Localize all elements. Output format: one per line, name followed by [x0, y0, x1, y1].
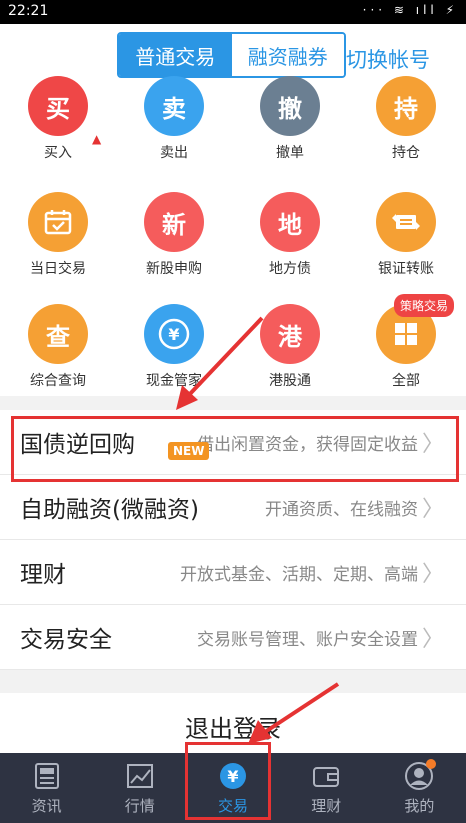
calendar-icon	[28, 192, 88, 252]
bank-transfer-button[interactable]: 银证转账	[348, 192, 464, 278]
news-icon	[32, 761, 62, 791]
menu-list: 国债逆回购 借出闲置资金，获得固定收益 〉 NEW 自助融资(微融资) 开通资质…	[0, 410, 466, 670]
hk-connect-icon: 港	[260, 304, 320, 364]
cash-manager-button[interactable]: ¥ 现金管家	[116, 304, 232, 390]
hk-connect-button[interactable]: 港 港股通	[232, 304, 348, 390]
wallet-icon	[311, 761, 341, 791]
yen-coin-icon: ¥	[144, 304, 204, 364]
tab-market[interactable]: 行情	[93, 753, 186, 823]
status-bar: 22:21 ··· ≋ ıll ⚡	[0, 0, 466, 24]
transfer-icon	[376, 192, 436, 252]
tab-trade[interactable]: ¥ 交易	[186, 753, 279, 823]
bottom-tab-bar: 资讯 行情 ¥ 交易 理财 我的	[0, 753, 466, 823]
logout-button[interactable]: 退出登录	[0, 693, 466, 753]
tab-news[interactable]: 资讯	[0, 753, 93, 823]
buy-icon: 买	[28, 76, 88, 136]
holdings-icon: 持	[376, 76, 436, 136]
strategy-trade-badge: 策略交易	[394, 294, 455, 317]
chevron-right-icon: 〉	[421, 497, 444, 522]
chevron-right-icon: 〉	[421, 627, 444, 652]
sell-button[interactable]: 卖 卖出	[116, 76, 232, 162]
tab-profile[interactable]: 我的	[373, 753, 466, 823]
tab-margin-trade[interactable]: 融资融券	[231, 34, 344, 76]
tab-normal-trade[interactable]: 普通交易	[119, 34, 232, 76]
list-item-micro-financing[interactable]: 自助融资(微融资) 开通资质、在线融资 〉	[0, 475, 466, 540]
status-time: 22:21	[8, 3, 49, 19]
list-item-trade-security[interactable]: 交易安全 交易账号管理、账户安全设置 〉	[0, 605, 466, 670]
svg-text:¥: ¥	[227, 767, 238, 786]
svg-text:¥: ¥	[168, 325, 179, 344]
function-grid: 买 买入 卖 卖出 撤 撤单 持 持仓 ▲ 当日交易 新 新股申购 地 地方债 …	[0, 76, 466, 396]
today-trades-button[interactable]: 当日交易	[0, 192, 116, 278]
trade-type-segment: 普通交易 融资融券	[117, 32, 346, 78]
buy-button[interactable]: 买 买入	[0, 76, 116, 162]
query-button[interactable]: 查 综合查询	[0, 304, 116, 390]
cancel-order-button[interactable]: 撤 撤单	[232, 76, 348, 162]
local-bond-button[interactable]: 地 地方债	[232, 192, 348, 278]
new-badge: NEW	[168, 442, 210, 460]
cancel-order-icon: 撤	[260, 76, 320, 136]
ipo-subscribe-button[interactable]: 新 新股申购	[116, 192, 232, 278]
query-icon: 查	[28, 304, 88, 364]
holdings-button[interactable]: 持 持仓	[348, 76, 464, 162]
tab-wealth[interactable]: 理财	[280, 753, 373, 823]
chevron-right-icon: 〉	[421, 432, 444, 457]
sell-icon: 卖	[144, 76, 204, 136]
list-item-wealth[interactable]: 理财 开放式基金、活期、定期、高端 〉	[0, 540, 466, 605]
ipo-icon: 新	[144, 192, 204, 252]
switch-account-button[interactable]: 切换帐号	[346, 44, 430, 74]
chart-icon	[125, 761, 155, 791]
notification-dot	[426, 759, 437, 769]
local-bond-icon: 地	[260, 192, 320, 252]
chevron-right-icon: 〉	[421, 562, 444, 587]
list-item-reverse-repo[interactable]: 国债逆回购 借出闲置资金，获得固定收益 〉 NEW	[0, 410, 466, 475]
yen-icon: ¥	[218, 761, 248, 791]
status-icons: ··· ≋ ıll ⚡	[362, 3, 458, 17]
